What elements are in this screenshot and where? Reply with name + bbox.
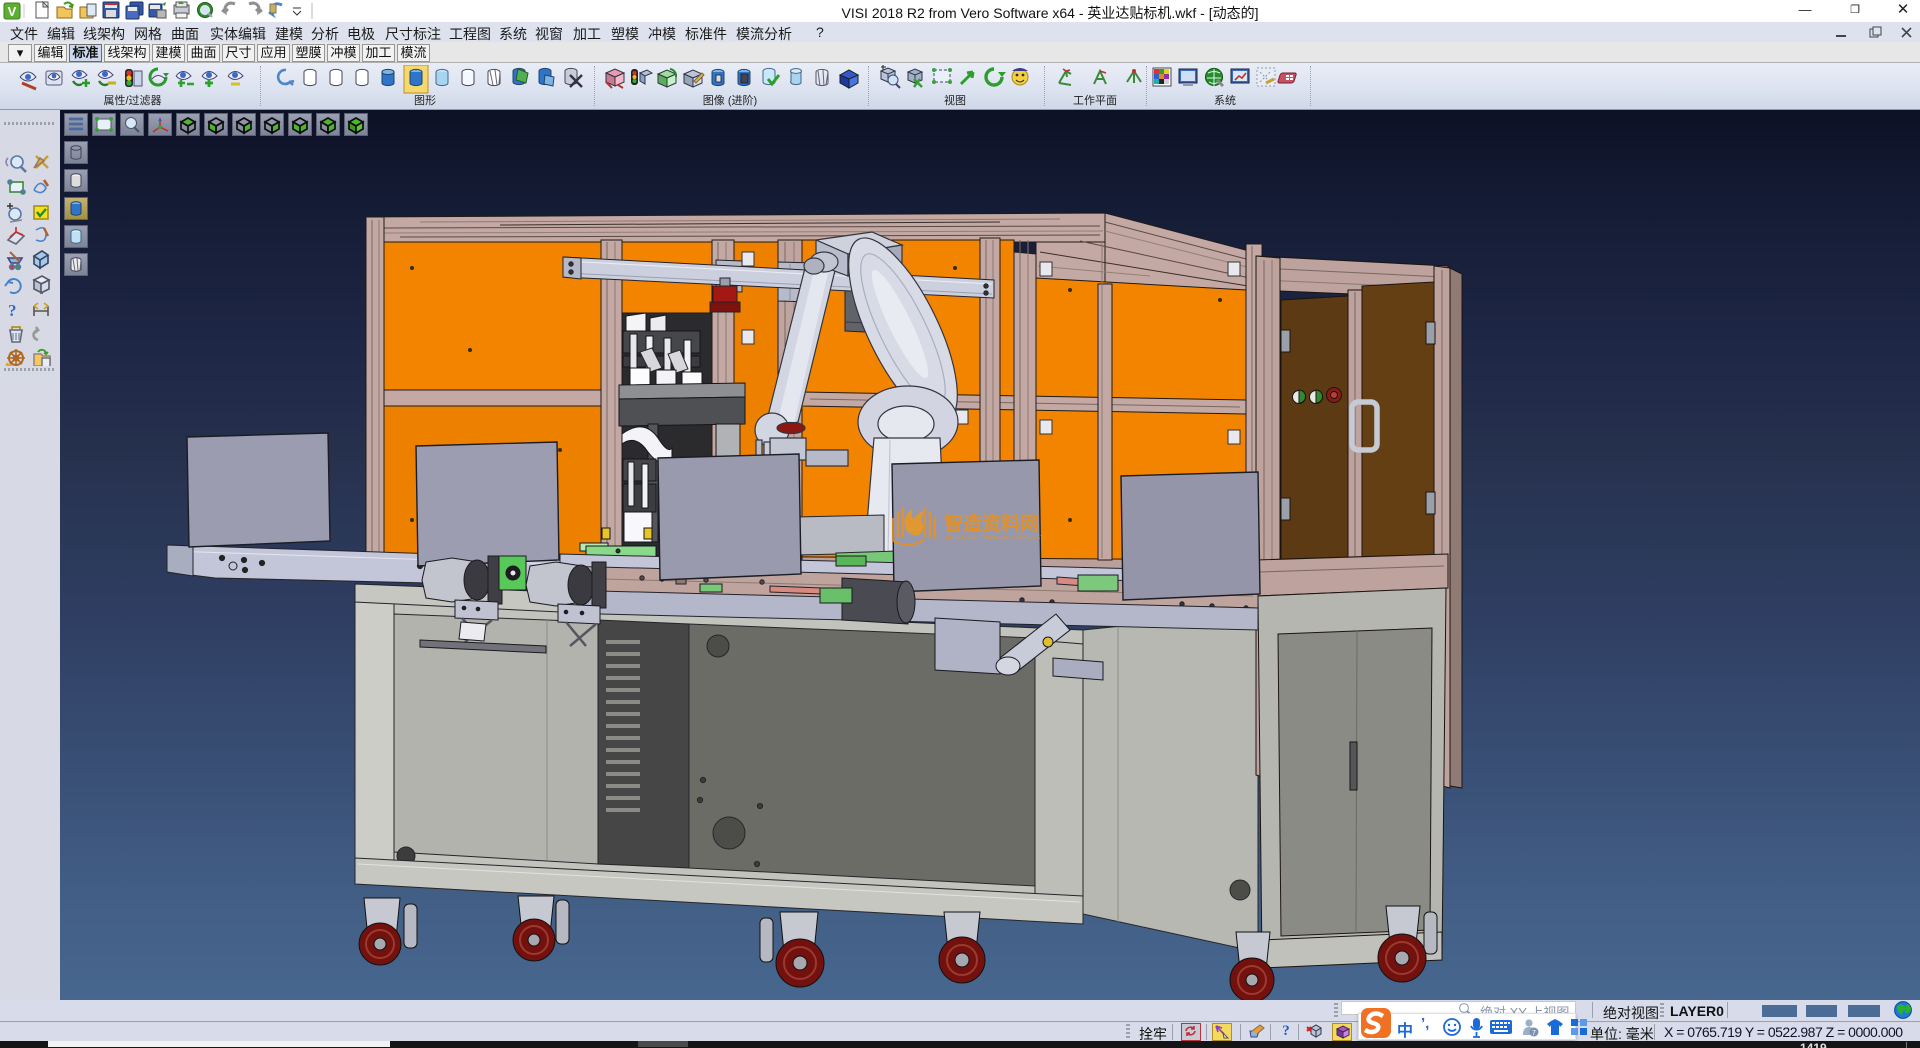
svg-text:7: 7 bbox=[1532, 1030, 1536, 1037]
svg-text:INTELLIGENT MANUFACTURING DATA: INTELLIGENT MANUFACTURING DATA bbox=[946, 535, 1047, 541]
svg-text:?: ? bbox=[8, 301, 17, 320]
svg-text:V: V bbox=[8, 4, 17, 19]
svg-text:智造资料网: 智造资料网 bbox=[944, 512, 1039, 535]
